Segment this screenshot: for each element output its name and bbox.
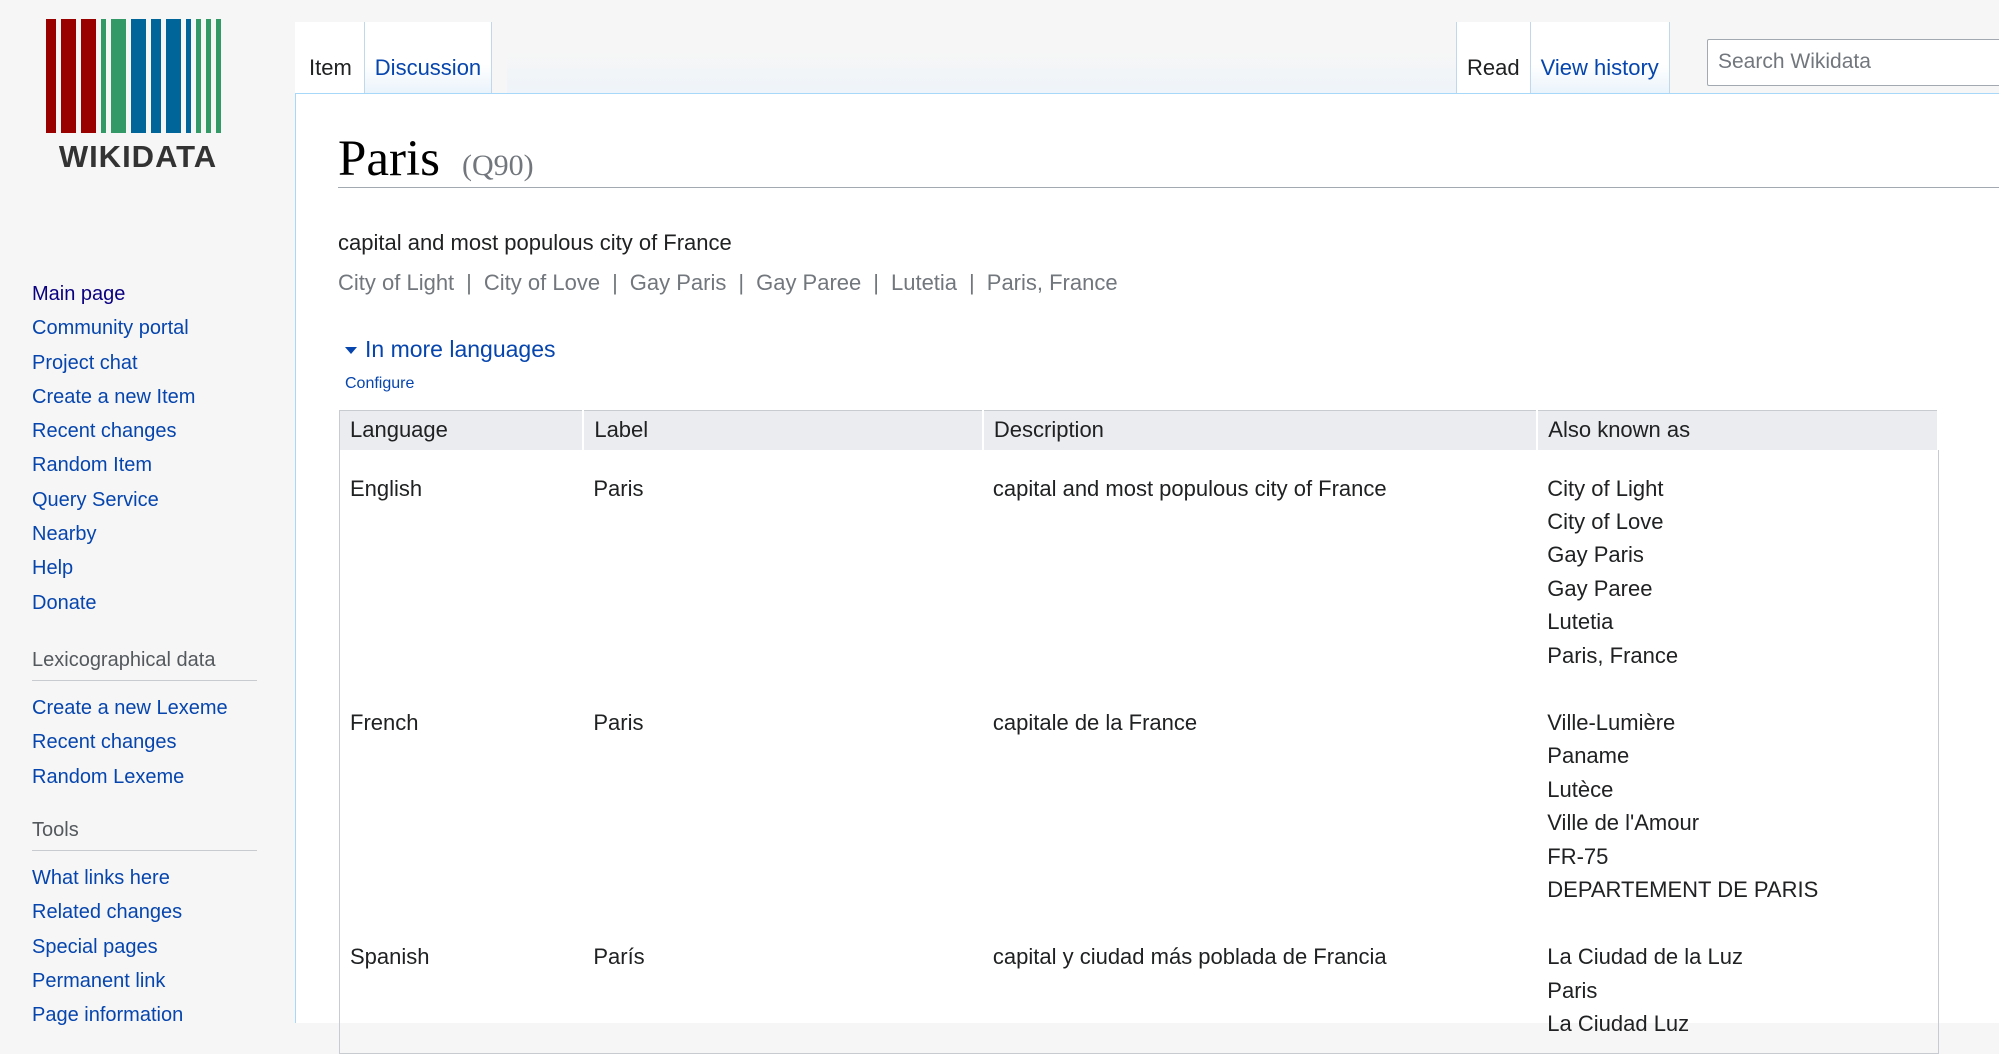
- sidebar-link-lexeme-recent-changes[interactable]: Recent changes: [32, 731, 177, 753]
- sidebar-link-random-item[interactable]: Random Item: [32, 454, 152, 476]
- sidebar-link-what-links-here[interactable]: What links here: [32, 867, 170, 889]
- wikidata-wordmark: WIKIDATA: [58, 139, 218, 174]
- alias-separator: |: [969, 270, 975, 295]
- alias-entry: Ville de l'Amour: [1547, 810, 1700, 836]
- cell-label: Paris: [593, 709, 644, 735]
- tab-item[interactable]: Item: [295, 22, 365, 93]
- wikidata-barcode-icon: [46, 19, 221, 133]
- table-row: English Paris capital and most populous …: [340, 450, 1939, 684]
- sidebar-link-create-item[interactable]: Create a new Item: [32, 386, 195, 408]
- alias-separator: |: [873, 270, 879, 295]
- alias-entry: Paris, France: [1547, 642, 1679, 668]
- alias: Paris, France: [986, 270, 1118, 295]
- tools-portal: Tools What links here Related changes Sp…: [32, 818, 257, 1032]
- tab-read[interactable]: Read: [1457, 22, 1531, 93]
- sidebar-link-page-information[interactable]: Page information: [32, 1004, 183, 1026]
- alias-entry: Gay Paris: [1547, 542, 1644, 568]
- table-header-row: Language Label Description Also known as: [339, 410, 1939, 450]
- in-more-languages-toggle[interactable]: In more languages: [345, 336, 556, 363]
- header-label: Label: [583, 410, 984, 450]
- item-description: capital and most populous city of France: [338, 230, 732, 255]
- alias-entry: La Ciudad de la Luz: [1547, 944, 1743, 970]
- table-row: French Paris capitale de la France Ville…: [340, 684, 1939, 918]
- sidebar-link-special-pages[interactable]: Special pages: [32, 936, 158, 958]
- alias: City of Light: [338, 270, 455, 295]
- sidebar-link-related-changes[interactable]: Related changes: [32, 901, 182, 923]
- header-description: Description: [982, 410, 1539, 450]
- cell-language: French: [350, 709, 419, 735]
- item-label: Paris: [338, 131, 440, 187]
- tab-discussion[interactable]: Discussion: [364, 22, 493, 93]
- alias-separator: |: [738, 270, 745, 295]
- sidebar-link-donate[interactable]: Donate: [32, 592, 97, 614]
- alias: Gay Paris: [629, 270, 727, 295]
- sidebar-link-nearby[interactable]: Nearby: [32, 523, 96, 545]
- sidebar-link-community-portal[interactable]: Community portal: [32, 317, 189, 339]
- item-id: (Q90): [462, 149, 534, 182]
- sidebar: WIKIDATA Main page Community portal Proj…: [0, 0, 295, 1026]
- sidebar-link-random-lexeme[interactable]: Random Lexeme: [32, 766, 184, 788]
- cell-description: capital and most populous city of France: [992, 475, 1387, 501]
- lexicographical-portal: Lexicographical data Create a new Lexeme…: [32, 648, 257, 794]
- table-row: Spanish París capital y ciudad más pobla…: [340, 918, 1939, 1053]
- alias-separator: |: [612, 270, 618, 295]
- alias-entry: Ville-Lumière: [1547, 709, 1676, 735]
- alias-entry: Lutèce: [1547, 776, 1614, 802]
- alias-separator: |: [466, 270, 472, 295]
- alias-entry: Paname: [1547, 743, 1630, 769]
- languages-table: Language Label Description Also known as…: [339, 410, 1939, 1054]
- lexicographical-heading: Lexicographical data: [32, 648, 257, 681]
- alias-entry: FR-75: [1547, 843, 1609, 869]
- in-more-languages-label: In more languages: [365, 336, 556, 362]
- tools-heading: Tools: [32, 818, 257, 851]
- namespace-tabs: Item Discussion: [295, 22, 493, 93]
- cell-label: Paris: [593, 475, 644, 501]
- alias-entry: Paris: [1547, 977, 1598, 1003]
- item-aliases: City of Light | City of Love | Gay Paris | …: [338, 270, 1118, 296]
- configure-link[interactable]: Configure: [345, 375, 414, 393]
- header-language: Language: [339, 410, 585, 450]
- alias: City of Love: [483, 270, 601, 295]
- header-also-known-as: Also known as: [1537, 410, 1939, 450]
- alias-entry: La Ciudad Luz: [1547, 1011, 1690, 1037]
- search-input[interactable]: Search Wikidata: [1707, 39, 1999, 86]
- cell-also-known-as: Ville-Lumière Paname Lutèce Ville de l'A…: [1537, 684, 1938, 918]
- sidebar-link-permanent-link[interactable]: Permanent link: [32, 970, 165, 992]
- sidebar-link-main-page[interactable]: Main page: [32, 283, 125, 305]
- alias: Gay Paree: [756, 270, 862, 295]
- cell-description: capital y ciudad más poblada de Francia: [992, 944, 1387, 970]
- sidebar-link-project-chat[interactable]: Project chat: [32, 352, 138, 374]
- alias-entry: City of Love: [1547, 508, 1664, 534]
- tab-bar-spacer: [507, 22, 1457, 93]
- alias-entry: Gay Paree: [1547, 575, 1653, 601]
- alias: Lutetia: [890, 270, 958, 295]
- alias-entry: Lutetia: [1547, 609, 1614, 635]
- cell-description: capitale de la France: [992, 709, 1198, 735]
- tab-view-history[interactable]: View history: [1530, 22, 1670, 93]
- view-tabs: Read View history: [1457, 22, 1670, 93]
- alias-entry: City of Light: [1547, 475, 1664, 501]
- cell-language: Spanish: [350, 944, 430, 970]
- cell-also-known-as: La Ciudad de la Luz Paris La Ciudad Luz: [1537, 918, 1938, 1053]
- navigation-portal: Main page Community portal Project chat …: [32, 277, 257, 620]
- wikidata-logo[interactable]: WIKIDATA: [38, 16, 238, 176]
- caret-down-icon: [345, 347, 357, 354]
- sidebar-link-create-lexeme[interactable]: Create a new Lexeme: [32, 697, 228, 719]
- cell-also-known-as: City of Light City of Love Gay Paris Gay…: [1537, 450, 1938, 684]
- sidebar-link-query-service[interactable]: Query Service: [32, 489, 159, 511]
- sidebar-link-help[interactable]: Help: [32, 557, 73, 579]
- page-heading: Paris (Q90): [338, 130, 1999, 188]
- alias-entry: DEPARTEMENT DE PARIS: [1547, 876, 1819, 902]
- sidebar-link-recent-changes[interactable]: Recent changes: [32, 420, 177, 442]
- content-area: Paris (Q90) capital and most populous cit…: [295, 93, 1999, 1054]
- cell-label: París: [593, 944, 645, 970]
- cell-language: English: [350, 475, 423, 501]
